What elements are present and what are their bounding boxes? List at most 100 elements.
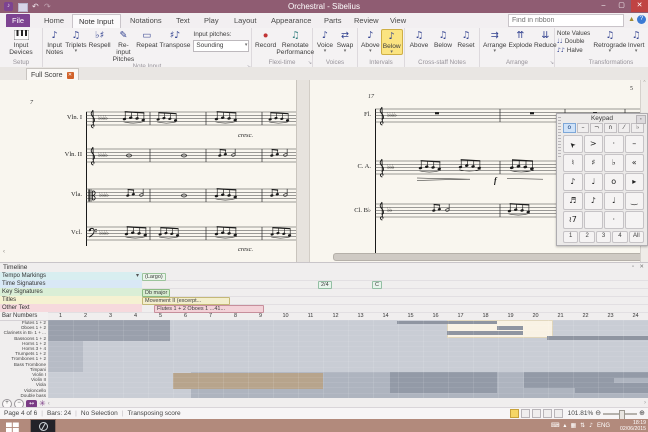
tab-play[interactable]: Play <box>198 14 225 27</box>
find-in-ribbon-input[interactable] <box>508 14 624 27</box>
view-mode-button[interactable] <box>509 409 519 418</box>
keypad-flat-button[interactable]: ♭ <box>604 154 624 172</box>
keypad-tab-more-notes[interactable]: – <box>576 123 590 133</box>
voice-3-button[interactable]: 3 <box>595 231 612 243</box>
interval-below-button[interactable]: ♪ Below ▾ <box>380 29 403 55</box>
input-notes-button[interactable]: ♪ Input Notes <box>45 29 64 56</box>
timeline-grid[interactable] <box>48 320 648 398</box>
keypad-tie-button[interactable]: ‿ <box>624 192 644 210</box>
repeat-button[interactable]: ▭ Repeat <box>135 29 158 49</box>
timeline-close-icon[interactable]: ✕ <box>639 264 644 270</box>
input-pitches-select[interactable]: Sounding ▾ <box>193 40 250 52</box>
tab-layout[interactable]: Layout <box>228 14 263 27</box>
voice-1-button[interactable]: 1 <box>563 231 579 243</box>
tab-note-input[interactable]: Note Input <box>72 14 121 28</box>
voice-4-button[interactable]: 4 <box>612 231 628 243</box>
keypad-tab-beams[interactable]: ¬ <box>590 123 604 133</box>
scroll-up-icon[interactable]: ⌃ <box>642 80 646 86</box>
dialog-launcher-icon[interactable]: ↘ <box>550 59 554 67</box>
keypad-staccato-button[interactable]: · <box>604 135 624 153</box>
keypad-tab-common-notes[interactable]: o <box>563 123 576 133</box>
voice-2-button[interactable]: 2 <box>579 231 595 243</box>
keypad-tab-articulations[interactable]: ∩ <box>604 123 617 133</box>
keypad-blank-button[interactable] <box>583 211 603 229</box>
instrument-row[interactable]: Double bass <box>0 393 46 398</box>
bar-number-ruler[interactable]: 1 2 3 4 5 6 7 8 9 10 11 12 13 14 15 16 17 18 19 20 21 22 23 24 <box>48 312 648 320</box>
respell-button[interactable]: ♭♯ Respell <box>88 29 112 49</box>
horizontal-scrollbar-thumb[interactable] <box>333 253 644 261</box>
dialog-launcher-icon[interactable]: ↘ <box>308 59 312 67</box>
zoom-in-icon[interactable]: ⊕ <box>639 408 645 419</box>
row-label-titles[interactable]: Titles <box>0 296 142 304</box>
voice-button[interactable]: ♪ Voice ▾ <box>315 29 335 54</box>
keypad-tenuto-button[interactable]: – <box>624 135 644 153</box>
swap-button[interactable]: ⇄ Swap ▾ <box>335 29 355 54</box>
explode-button[interactable]: ⇈ Explode <box>507 29 533 49</box>
keypad-dot-button[interactable]: · <box>604 211 624 229</box>
score-canvas[interactable]: 7 Vln. I Vln. II Vla. Vcl. ♭♭♭♭ cresc. ♭… <box>0 80 648 262</box>
renotate-performance-button[interactable]: ♫ Renotate Performance <box>276 29 314 56</box>
reinput-pitches-button[interactable]: ✎ Re-input Pitches <box>112 29 136 63</box>
keypad-whole-note-button[interactable]: o <box>604 173 624 191</box>
tab-home[interactable]: Home <box>38 14 70 27</box>
invert-button[interactable]: ♫ Invert ▾ <box>626 29 646 54</box>
keypad-sixteenth-note-button[interactable]: ♬ <box>563 192 583 210</box>
tab-notations[interactable]: Notations <box>124 14 168 27</box>
keypad-quarter-note-button[interactable]: ♩ <box>583 173 603 191</box>
triplets-button[interactable]: ♫ Triplets ▾ <box>64 29 87 54</box>
timeline-scroll-right-icon[interactable]: › <box>644 400 646 406</box>
keypad-blank2-button[interactable] <box>624 211 644 229</box>
row-label-other-text[interactable]: Other Text <box>0 304 142 312</box>
tab-review[interactable]: Review <box>348 14 385 27</box>
interval-above-button[interactable]: ♪ Above ▾ <box>360 29 381 54</box>
taskbar-clock[interactable]: 18:19 02/06/2015 <box>620 419 646 432</box>
close-button[interactable]: ✕ <box>631 0 648 12</box>
view-mode-button[interactable] <box>553 409 563 418</box>
tab-parts[interactable]: Parts <box>318 14 348 27</box>
keypad-rest-button[interactable]: ≀7 <box>563 211 583 229</box>
timeline-scroll-left-icon[interactable]: ‹ <box>48 401 50 407</box>
transpose-button[interactable]: ♯♪ Transpose <box>159 29 192 49</box>
status-transposing[interactable]: Transposing score <box>127 408 180 419</box>
language-indicator[interactable]: ENG <box>597 423 610 429</box>
help-icon[interactable]: ? <box>637 15 646 24</box>
keypad-grace-button[interactable]: « <box>624 154 644 172</box>
keypad-natural-button[interactable]: ♮ <box>563 154 583 172</box>
tab-view[interactable]: View <box>384 14 412 27</box>
maximize-button[interactable]: ▢ <box>613 0 630 12</box>
cross-staff-below-button[interactable]: ♫ Below <box>431 29 455 49</box>
zoom-slider[interactable] <box>603 409 638 420</box>
input-devices-button[interactable]: Input Devices <box>2 29 40 56</box>
close-tab-icon[interactable]: ✕ <box>66 71 74 79</box>
touch-keyboard-icon[interactable]: ⌨ <box>551 422 560 429</box>
row-label-key-signatures[interactable]: Key Signatures <box>0 288 142 296</box>
zoom-out-icon[interactable]: ⊖ <box>595 408 601 419</box>
taskbar-sibelius-icon[interactable] <box>30 419 56 432</box>
double-note-values-button[interactable]: ♩♩ Double <box>557 38 594 46</box>
minimize-ribbon-icon[interactable]: ▲ <box>628 16 635 23</box>
voice-all-button[interactable]: All <box>628 231 645 243</box>
zoom-slider-thumb[interactable] <box>619 409 626 420</box>
keypad-accent-button[interactable]: > <box>583 135 603 153</box>
action-center-icon[interactable]: ▦ <box>570 422 576 429</box>
retrograde-button[interactable]: ♫ Retrograde ▾ <box>593 29 626 54</box>
keypad-eighth-note2-button[interactable]: ♪ <box>583 192 603 210</box>
cross-staff-above-button[interactable]: ♫ Above <box>407 29 431 49</box>
keypad-grip[interactable] <box>558 117 561 157</box>
keypad-cursor-button[interactable]: ▸ <box>624 173 644 191</box>
halve-note-values-button[interactable]: ♪♪ Halve <box>557 47 594 55</box>
scroll-left-icon[interactable]: ‹ <box>3 249 5 255</box>
view-mode-button[interactable] <box>531 409 541 418</box>
arrange-button[interactable]: ⇉ Arrange ▾ <box>482 29 507 54</box>
volume-icon[interactable]: ♪ <box>589 422 593 429</box>
keypad-tab-jazz[interactable]: ⁄ <box>617 123 631 133</box>
tab-appearance[interactable]: Appearance <box>265 14 317 27</box>
minimize-button[interactable]: – <box>595 0 612 12</box>
row-label-time-signatures[interactable]: Time Signatures <box>0 280 142 288</box>
keypad-pointer-button[interactable]: ➤ <box>563 135 583 153</box>
view-mode-button[interactable] <box>520 409 530 418</box>
network-icon[interactable]: ⇅ <box>580 422 585 429</box>
tab-text[interactable]: Text <box>170 14 196 27</box>
tab-file[interactable]: File <box>6 14 31 27</box>
row-label-tempo[interactable]: Tempo Markings ▾ <box>0 272 142 280</box>
